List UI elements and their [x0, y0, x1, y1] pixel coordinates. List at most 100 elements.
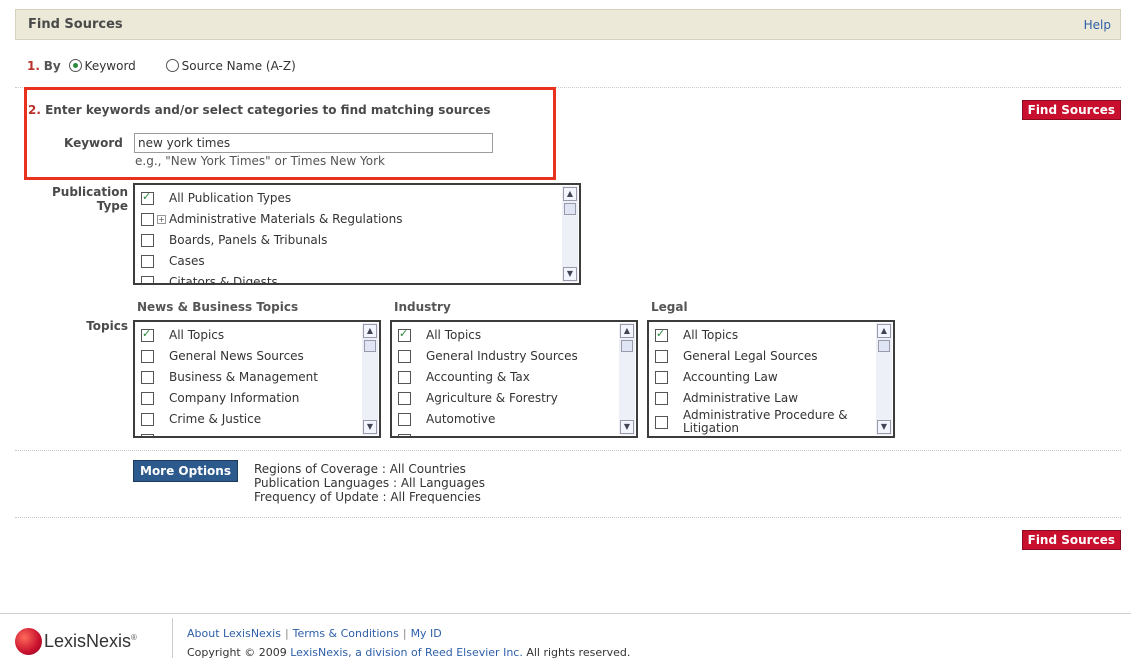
checkbox[interactable]	[141, 190, 154, 205]
list-item[interactable]: Cases	[141, 251, 205, 271]
list-item[interactable]: Agriculture & Forestry	[398, 388, 558, 408]
item-label-line2: Litigation	[683, 421, 740, 435]
source-name-radio[interactable]	[165, 59, 179, 72]
copyright: Copyright © 2009 LexisNexis, a division …	[187, 646, 630, 659]
scroll-down-icon[interactable]: ▼	[563, 267, 577, 281]
item-label: Boards, Panels & Tribunals	[169, 233, 328, 247]
checkbox[interactable]	[141, 254, 154, 268]
checkbox[interactable]	[141, 391, 154, 405]
list-item[interactable]: Accounting & Tax	[398, 367, 530, 387]
scroll-thumb[interactable]	[621, 340, 633, 352]
expand-plus-icon[interactable]: +	[157, 214, 166, 224]
item-label: Administrative Procedure & Litigation	[683, 409, 848, 435]
publication-languages: Publication Languages : All Languages	[254, 476, 485, 490]
list-item[interactable]	[141, 430, 169, 436]
item-label: Business & Management	[169, 370, 318, 384]
checkbox[interactable]	[141, 433, 154, 436]
footer-links: About LexisNexis | Terms & Conditions | My I…	[187, 627, 442, 640]
checkbox[interactable]	[141, 349, 154, 363]
checkbox[interactable]	[141, 233, 154, 247]
help-link[interactable]: Help	[1084, 18, 1111, 32]
item-label: Accounting & Tax	[426, 370, 530, 384]
legal-topics-list[interactable]: All Topics General Legal Sources Account…	[647, 320, 895, 438]
more-options-button[interactable]: More Options	[133, 460, 238, 482]
checkbox[interactable]	[655, 327, 668, 342]
scroll-down-icon[interactable]: ▼	[877, 420, 891, 434]
list-item[interactable]: General Industry Sources	[398, 346, 578, 366]
divider	[15, 450, 1121, 451]
checkbox[interactable]	[655, 370, 668, 384]
by-label: By	[43, 59, 61, 73]
list-item[interactable]: General News Sources	[141, 346, 304, 366]
keyword-radio[interactable]	[68, 59, 82, 72]
publication-type-list[interactable]: All Publication Types +Administrative Ma…	[133, 183, 581, 285]
checkbox[interactable]	[141, 212, 154, 226]
terms-link[interactable]: Terms & Conditions	[293, 627, 399, 640]
scrollbar[interactable]: ▲ ▼	[619, 323, 635, 435]
find-sources-button-bottom[interactable]: Find Sources	[1021, 530, 1121, 550]
scroll-up-icon[interactable]: ▲	[877, 324, 891, 338]
checkbox[interactable]	[655, 415, 668, 429]
scroll-thumb[interactable]	[878, 340, 890, 352]
checkbox[interactable]	[141, 275, 154, 283]
source-name-radio-option[interactable]: Source Name (A-Z)	[162, 59, 296, 73]
checkbox[interactable]	[141, 412, 154, 426]
scroll-thumb[interactable]	[364, 340, 376, 352]
scroll-up-icon[interactable]: ▲	[363, 324, 377, 338]
scroll-thumb[interactable]	[564, 203, 576, 215]
list-item[interactable]: Crime & Justice	[141, 409, 261, 429]
find-sources-button-top[interactable]: Find Sources	[1021, 100, 1121, 120]
item-label: Administrative Materials & Regulations	[169, 212, 403, 226]
list-item[interactable]: All Topics	[141, 325, 224, 345]
list-item[interactable]: + Administrative Materials & Regulations	[141, 209, 402, 229]
list-item[interactable]: Company Information	[141, 388, 299, 408]
divider	[15, 517, 1121, 518]
scroll-up-icon[interactable]: ▲	[620, 324, 634, 338]
footer-separator	[172, 618, 173, 658]
checkbox[interactable]	[398, 327, 411, 342]
copyright-suffix: All rights reserved.	[522, 646, 631, 659]
item-label: All Topics	[169, 328, 225, 342]
list-item[interactable]: Automotive	[398, 409, 495, 429]
scroll-down-icon[interactable]: ▼	[363, 420, 377, 434]
checkbox[interactable]	[655, 349, 668, 363]
scrollbar[interactable]: ▲ ▼	[362, 323, 378, 435]
item-label: Cases	[169, 254, 205, 268]
item-label: All Publication Types	[169, 191, 292, 205]
copyright-link[interactable]: LexisNexis, a division of Reed Elsevier …	[290, 646, 523, 659]
scrollbar[interactable]: ▲ ▼	[562, 186, 578, 282]
checkbox[interactable]	[398, 370, 411, 384]
my-id-link[interactable]: My ID	[411, 627, 442, 640]
list-item[interactable]: Administrative Law	[655, 388, 798, 408]
checkbox[interactable]	[398, 391, 411, 405]
checkbox[interactable]	[398, 433, 411, 436]
list-item[interactable]: Administrative Procedure & Litigation	[655, 407, 848, 436]
item-label: Agriculture & Forestry	[426, 391, 558, 405]
scroll-up-icon[interactable]: ▲	[563, 187, 577, 201]
checkbox[interactable]	[141, 370, 154, 384]
list-item[interactable]: Citators & Digests	[141, 272, 278, 283]
list-item[interactable]: Boards, Panels & Tribunals	[141, 230, 327, 250]
news-business-topics-list[interactable]: All Topics General News Sources Business…	[133, 320, 381, 438]
item-label: Crime & Justice	[169, 412, 262, 426]
list-item[interactable]: Accounting Law	[655, 367, 778, 387]
checkbox[interactable]	[141, 327, 154, 342]
keyword-radio-option[interactable]: Keyword	[65, 59, 136, 73]
checkbox[interactable]	[398, 349, 411, 363]
list-item[interactable]	[398, 430, 426, 436]
checkbox[interactable]	[655, 391, 668, 405]
find-sources-header: Find Sources Help	[15, 9, 1121, 40]
scrollbar[interactable]: ▲ ▼	[876, 323, 892, 435]
scroll-down-icon[interactable]: ▼	[620, 420, 634, 434]
source-name-radio-label[interactable]: Source Name (A-Z)	[182, 59, 296, 73]
industry-topics-list[interactable]: All Topics General Industry Sources Acco…	[390, 320, 638, 438]
about-link[interactable]: About LexisNexis	[187, 627, 281, 640]
keyword-radio-label[interactable]: Keyword	[85, 59, 136, 73]
industry-heading: Industry	[394, 300, 451, 314]
checkbox[interactable]	[398, 412, 411, 426]
list-item[interactable]: All Publication Types	[141, 188, 291, 208]
list-item[interactable]: Business & Management	[141, 367, 318, 387]
list-item[interactable]: All Topics	[655, 325, 738, 345]
list-item[interactable]: General Legal Sources	[655, 346, 818, 366]
list-item[interactable]: All Topics	[398, 325, 481, 345]
